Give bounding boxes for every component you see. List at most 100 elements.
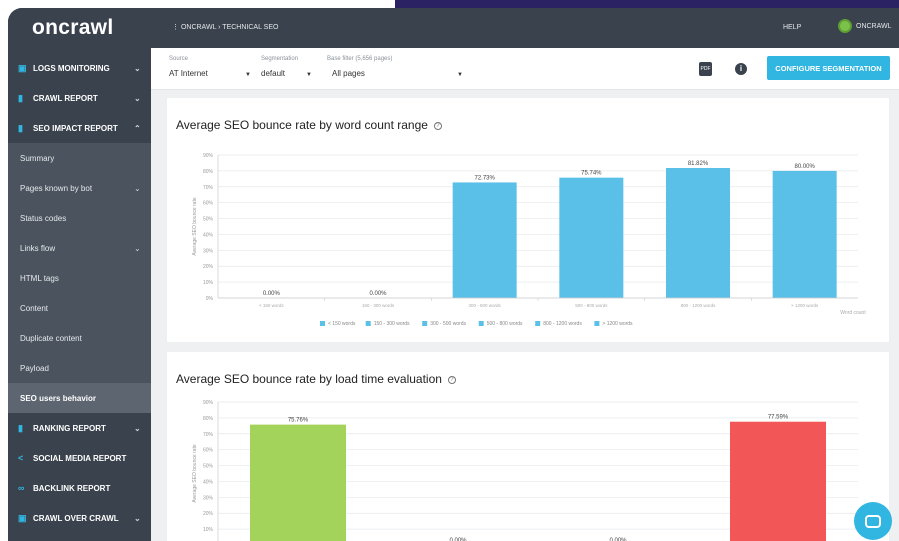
bar-chart-icon: ▮ xyxy=(18,123,23,133)
chat-button[interactable] xyxy=(854,502,892,540)
app-logo[interactable]: oncrawl xyxy=(8,8,151,48)
sidebar-item[interactable]: ∞ BACKLINK REPORT xyxy=(8,473,151,503)
chevron-down-icon[interactable]: ⌄ xyxy=(134,64,146,73)
x-tick-label: 300 - 500 words xyxy=(469,303,502,308)
legend-swatch xyxy=(422,321,428,326)
sidebar-item-label: SEO IMPACT REPORT xyxy=(33,123,118,133)
y-tick-label: 30% xyxy=(203,248,214,254)
x-tick-label: 500 - 800 words xyxy=(575,303,608,308)
y-tick-label: 60% xyxy=(203,201,214,207)
y-tick-label: 90% xyxy=(203,153,214,159)
sidebar-subitem[interactable]: Duplicate content xyxy=(8,323,151,353)
sidebar-item-label: RANKING REPORT xyxy=(33,423,106,433)
sidebar-item[interactable]: ▮ CRAWL REPORT ⌄ xyxy=(8,83,151,113)
sidebar-item-label: Links flow xyxy=(20,243,56,253)
y-tick-label: 70% xyxy=(203,432,214,438)
share-icon: < xyxy=(18,453,24,463)
bar xyxy=(250,424,346,541)
y-tick-label: 40% xyxy=(203,479,214,485)
legend-swatch xyxy=(535,321,541,326)
sidebar-item-label: Status codes xyxy=(20,213,67,223)
sidebar-item-label: SOCIAL MEDIA REPORT xyxy=(33,453,127,463)
y-tick-label: 70% xyxy=(203,185,214,191)
sidebar-item[interactable]: ▣ CRAWL OVER CRAWL ⌄ xyxy=(8,503,151,533)
sidebar-subitem[interactable]: Status codes xyxy=(8,203,151,233)
sidebar-item-label: SEO users behavior xyxy=(20,393,97,403)
sidebar-item[interactable]: < SOCIAL MEDIA REPORT xyxy=(8,443,151,473)
top-bar: ⋮ ONCRAWL › TECHNICAL SEO HELP ONCRAWL xyxy=(151,8,899,48)
chevron-down-icon[interactable]: ⌄ xyxy=(134,244,146,253)
user-menu[interactable]: ONCRAWL xyxy=(838,19,892,33)
sidebar-item-label: CRAWL OVER CRAWL xyxy=(33,513,119,523)
legend-swatch xyxy=(320,321,325,326)
main-content: Average SEO bounce rate by word count ra… xyxy=(151,90,899,541)
chevron-down-icon[interactable]: ⌄ xyxy=(134,424,146,433)
pdf-export-icon[interactable]: PDF xyxy=(699,62,712,76)
breadcrumb[interactable]: ⋮ ONCRAWL › TECHNICAL SEO xyxy=(172,23,278,31)
data-label: 0.00% xyxy=(369,291,387,297)
y-tick-label: 20% xyxy=(203,264,214,270)
y-tick-label: 20% xyxy=(203,511,214,517)
legend-swatch xyxy=(365,321,371,326)
bar xyxy=(730,421,826,541)
data-label: 0.00% xyxy=(263,291,281,297)
chevron-down-icon[interactable]: ⌄ xyxy=(134,94,146,103)
y-tick-label: 10% xyxy=(203,527,214,533)
sidebar-item-label: Payload xyxy=(20,363,49,373)
sidebar-subitem[interactable]: Pages known by bot ⌄ xyxy=(8,173,151,203)
chevron-down-icon[interactable]: ▼ xyxy=(306,72,312,78)
chevron-down-icon[interactable]: ▼ xyxy=(457,72,463,78)
y-axis-label: Average SEO bounce rate xyxy=(192,197,198,255)
sidebar-item-label: Duplicate content xyxy=(20,333,82,343)
chart-card-word-count: Average SEO bounce rate by word count ra… xyxy=(167,98,889,342)
y-axis-label: Average SEO bounce rate xyxy=(192,444,198,502)
configure-segmentation-button[interactable]: CONFIGURE SEGMENTATION xyxy=(767,56,890,80)
bar-chart-icon: ▮ xyxy=(18,423,23,433)
base-filter-select[interactable]: All pages xyxy=(332,69,365,78)
y-tick-label: 0% xyxy=(206,296,214,302)
help-link[interactable]: HELP xyxy=(783,24,801,31)
sidebar-subitem[interactable]: Summary xyxy=(8,143,151,173)
user-name: ONCRAWL xyxy=(856,22,892,30)
info-icon[interactable]: i xyxy=(735,63,747,75)
data-label: 75.74% xyxy=(581,171,602,177)
screenshot-frame: oncrawl ▣ LOGS MONITORING ⌄ ▮ CRAWL REPORT ⌄ ▮… xyxy=(0,0,899,541)
sidebar-item[interactable]: ▮ RANKING REPORT ⌄ xyxy=(8,413,151,443)
legend-swatch xyxy=(478,321,484,326)
bar-chart-icon: ▮ xyxy=(18,93,23,103)
sidebar-subitem[interactable]: Links flow ⌄ xyxy=(8,233,151,263)
x-tick-label: < 150 words xyxy=(259,303,284,308)
sidebar-subitem[interactable]: Content xyxy=(8,293,151,323)
sidebar-subitem[interactable]: HTML tags xyxy=(8,263,151,293)
legend-label: > 1200 words xyxy=(602,321,633,327)
sidebar-item[interactable]: ▣ LOGS MONITORING ⌄ xyxy=(8,53,151,83)
sidebar-item-label: BACKLINK REPORT xyxy=(33,483,111,493)
base-filter-label: Base filter (5,656 pages) xyxy=(327,56,393,62)
chat-icon xyxy=(865,514,881,528)
y-tick-label: 50% xyxy=(203,217,214,223)
source-select[interactable]: AT Internet xyxy=(169,69,208,78)
chevron-down-icon[interactable]: ▼ xyxy=(245,72,251,78)
y-tick-label: 60% xyxy=(203,448,214,454)
sidebar-item-label: CRAWL REPORT xyxy=(33,93,98,103)
bar xyxy=(452,182,517,298)
legend-swatch xyxy=(594,321,600,326)
word-count-chart: 0% 10% 20% 30% 40% 50% 60% 70% 80% 90% Average SEO… xyxy=(192,153,866,327)
data-label: 81.82% xyxy=(688,161,709,167)
y-tick-label: 50% xyxy=(203,464,214,470)
chevron-up-icon[interactable]: ⌃ xyxy=(134,124,146,133)
sidebar-subitem[interactable]: SEO users behavior xyxy=(8,383,151,413)
x-axis-label: Word count xyxy=(840,310,866,316)
sidebar-item[interactable]: ▮ SEO IMPACT REPORT ⌃ xyxy=(8,113,151,143)
sidebar-item-label: Content xyxy=(20,303,49,313)
bar xyxy=(559,177,624,298)
sidebar-item-label: HTML tags xyxy=(20,273,59,283)
y-tick-label: 80% xyxy=(203,169,214,175)
legend-label: 300 - 500 words xyxy=(430,321,466,327)
data-label: 80.00% xyxy=(794,164,815,170)
chevron-down-icon[interactable]: ⌄ xyxy=(134,514,146,523)
segmentation-select[interactable]: default xyxy=(261,69,285,78)
chevron-down-icon[interactable]: ⌄ xyxy=(134,184,146,193)
sidebar: oncrawl ▣ LOGS MONITORING ⌄ ▮ CRAWL REPORT ⌄ ▮… xyxy=(8,8,151,541)
sidebar-subitem[interactable]: Payload xyxy=(8,353,151,383)
